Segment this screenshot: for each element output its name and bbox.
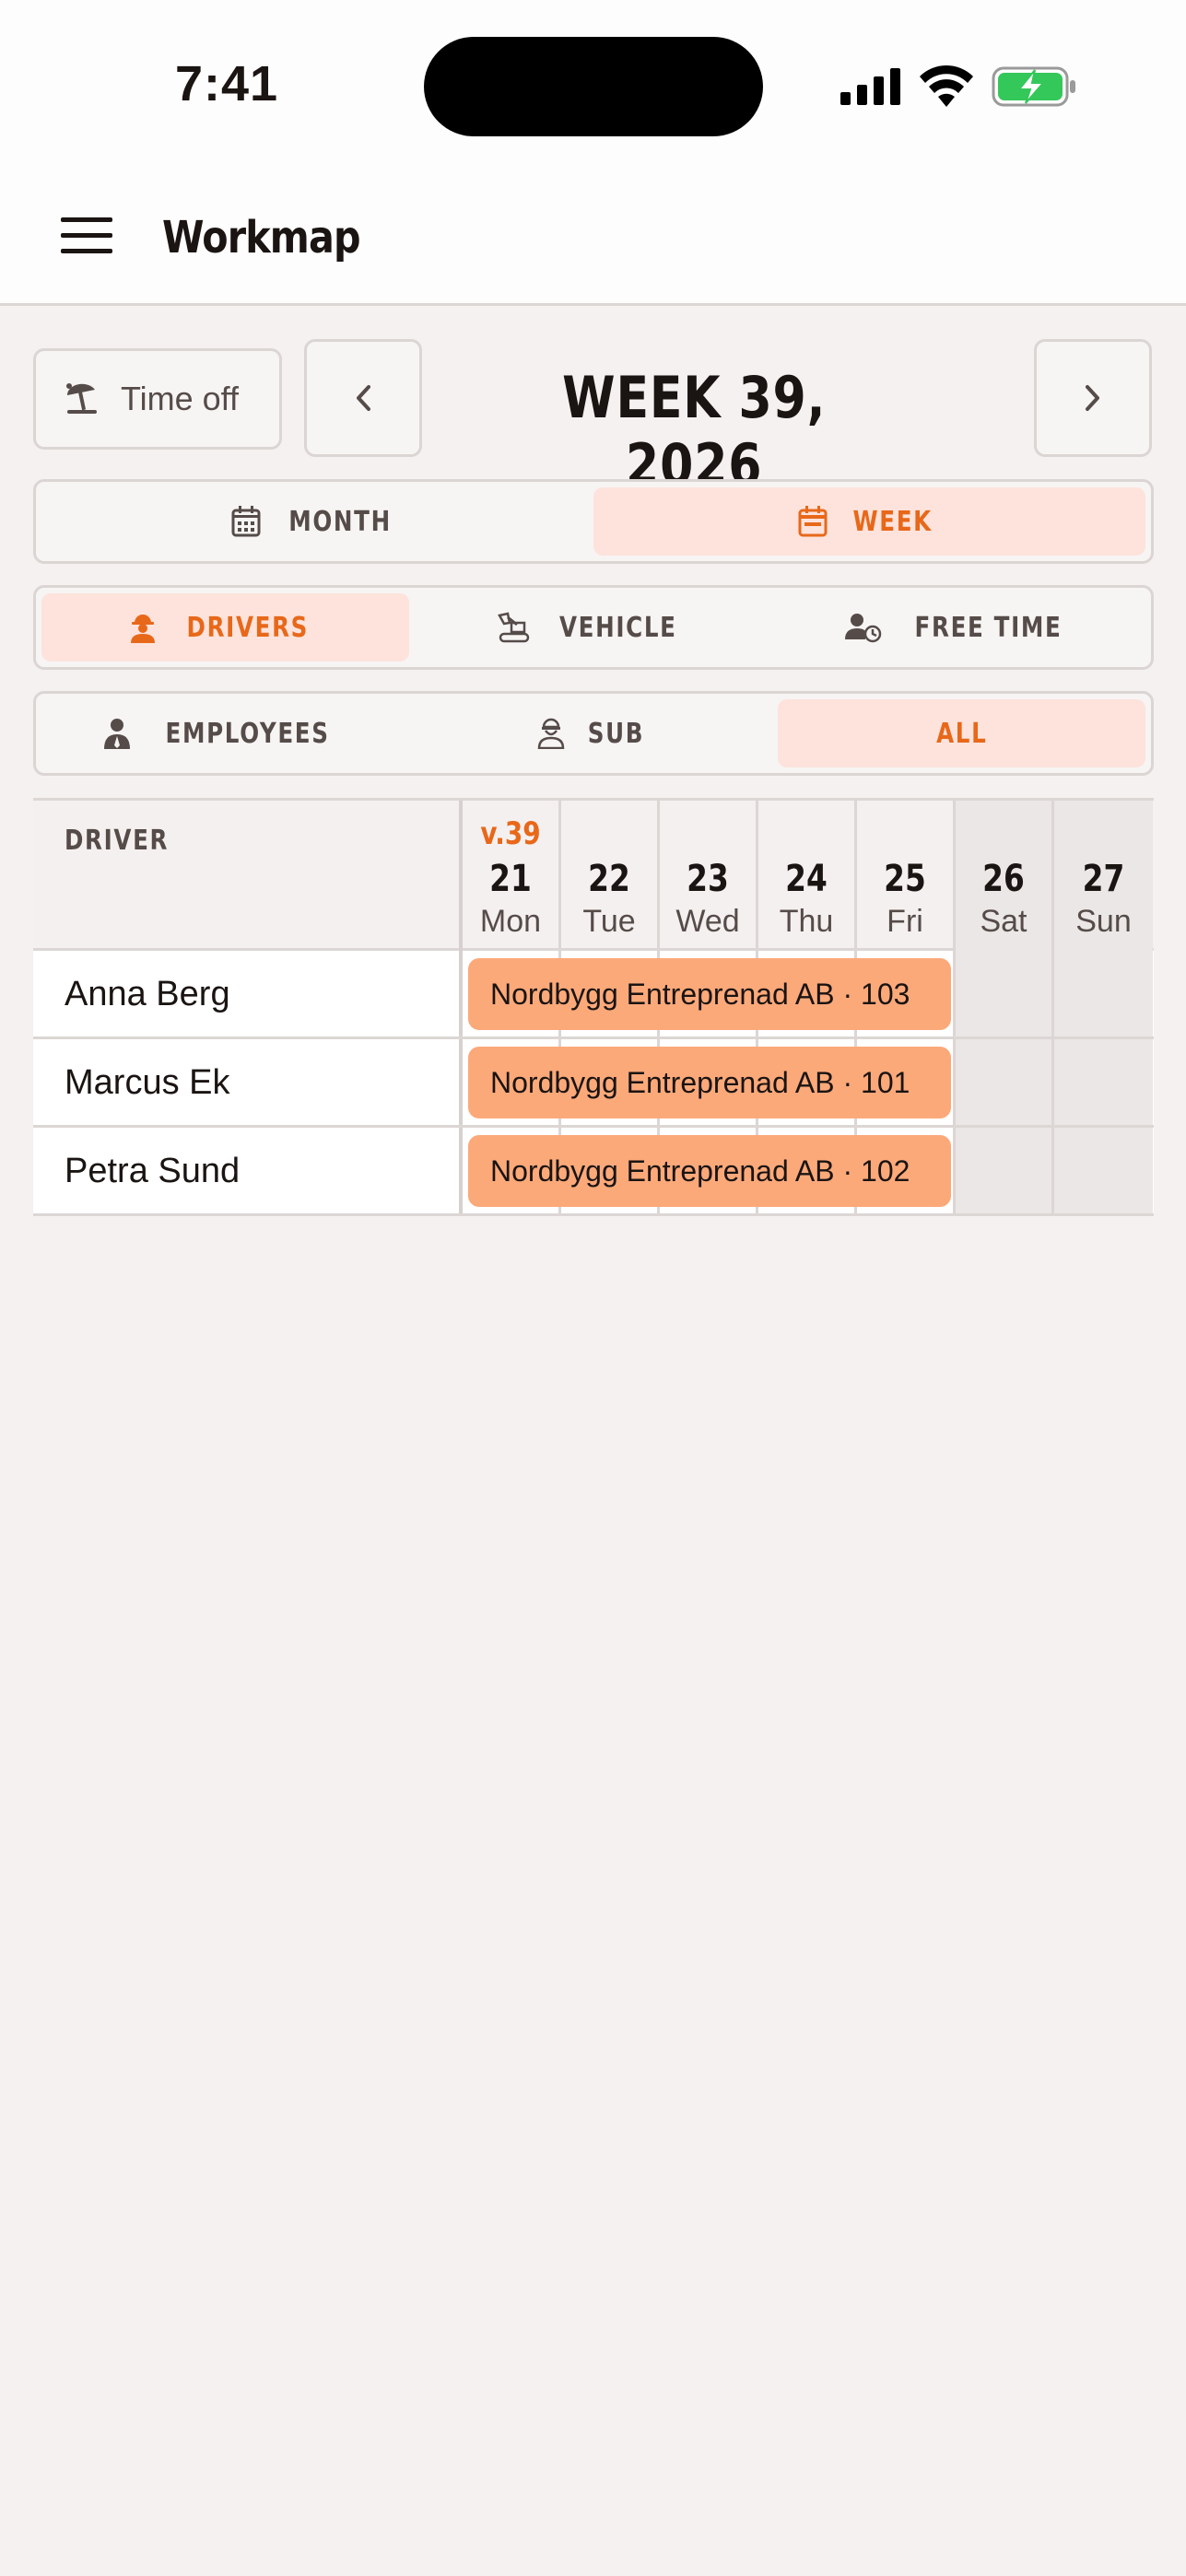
hamburger-menu-icon[interactable]: [61, 216, 112, 256]
previous-week-button[interactable]: [304, 339, 422, 457]
driver-name-cell[interactable]: Anna Berg: [33, 951, 463, 1036]
tab-all[interactable]: ALL: [777, 699, 1145, 767]
tab-sub[interactable]: SUB: [409, 699, 777, 767]
table-row: Petra Sund Nordbygg Entreprenad AB · 102: [33, 1128, 1154, 1216]
driver-column-header: DRIVER: [33, 801, 463, 951]
day-name: Tue: [582, 904, 636, 939]
view-toggle: MONTH WEEK: [33, 479, 1154, 564]
tab-drivers-label: DRIVERS: [186, 611, 309, 644]
day-number: 25: [884, 858, 926, 900]
worker-icon: [130, 615, 155, 643]
tab-vehicle-label: VEHICLE: [559, 611, 677, 644]
grid-header-row: DRIVER v.39 21 Mon 22 Tue 23 Wed 24 Thu …: [33, 798, 1154, 951]
driver-name: Anna Berg: [65, 975, 230, 1013]
status-time: 7:41: [175, 56, 279, 111]
booking-block[interactable]: Nordbygg Entreprenad AB · 101: [468, 1047, 951, 1118]
driver-name: Marcus Ek: [65, 1063, 230, 1102]
calendar-week-icon: [798, 506, 828, 537]
day-number: 21: [489, 858, 532, 900]
time-off-label: Time off: [121, 380, 240, 417]
status-bar: 7:41: [0, 0, 1186, 175]
driver-name-cell[interactable]: Marcus Ek: [33, 1039, 463, 1125]
person-clock-icon: [844, 614, 882, 643]
subcontractor-icon: [537, 718, 564, 749]
day-cell[interactable]: [956, 1039, 1054, 1125]
day-header-thu: 24 Thu: [758, 801, 857, 951]
day-header-mon: v.39 21 Mon: [463, 801, 561, 951]
day-name: Wed: [675, 904, 740, 939]
table-row: Marcus Ek Nordbygg Entreprenad AB · 101: [33, 1039, 1154, 1128]
day-number: 23: [687, 858, 729, 900]
day-header-tue: 22 Tue: [561, 801, 660, 951]
day-header-sun: 27 Sun: [1054, 801, 1153, 951]
tab-week[interactable]: WEEK: [593, 487, 1145, 556]
day-name: Thu: [779, 904, 834, 939]
day-cell[interactable]: [1054, 1039, 1153, 1125]
tab-month-label: MONTH: [288, 505, 393, 538]
next-week-button[interactable]: [1034, 339, 1152, 457]
tab-free-time-label: FREE TIME: [914, 611, 1063, 644]
table-row: Anna Berg Nordbygg Entreprenad AB · 103: [33, 951, 1154, 1039]
tab-free-time[interactable]: FREE TIME: [778, 593, 1145, 662]
day-number: 22: [588, 858, 630, 900]
booking-block[interactable]: Nordbygg Entreprenad AB · 103: [468, 958, 951, 1030]
day-number: 24: [785, 858, 828, 900]
day-name: Fri: [887, 904, 923, 939]
wifi-icon: [920, 64, 973, 107]
driver-header-label: DRIVER: [65, 825, 170, 857]
tab-employees[interactable]: EMPLOYEES: [41, 699, 409, 767]
day-cell[interactable]: [1054, 1128, 1153, 1213]
day-number: 27: [1082, 858, 1125, 900]
day-header-sat: 26 Sat: [956, 801, 1054, 951]
tab-employees-label: EMPLOYEES: [165, 717, 330, 750]
tab-sub-label: SUB: [587, 717, 644, 750]
day-name: Sat: [980, 904, 1027, 939]
resource-toggle: DRIVERS VEHICLE FREE TIME: [33, 585, 1154, 670]
day-cell[interactable]: [956, 951, 1054, 1036]
employee-icon: [104, 719, 131, 749]
dynamic-island: [424, 37, 763, 136]
signal-icon: [840, 68, 900, 105]
driver-name-cell[interactable]: Petra Sund: [33, 1128, 463, 1213]
day-cell[interactable]: [1054, 951, 1153, 1036]
battery-charging-icon: [992, 66, 1075, 107]
week-calendar-grid: DRIVER v.39 21 Mon 22 Tue 23 Wed 24 Thu …: [33, 798, 1154, 1216]
app-title: Workmap: [162, 212, 360, 263]
day-cell[interactable]: [956, 1128, 1054, 1213]
excavator-icon: [498, 612, 530, 643]
time-off-button[interactable]: Time off: [33, 348, 282, 450]
tab-drivers[interactable]: DRIVERS: [41, 593, 410, 662]
chevron-right-icon: [1086, 385, 1099, 411]
booking-block[interactable]: Nordbygg Entreprenad AB · 102: [468, 1135, 951, 1207]
day-name: Sun: [1075, 904, 1132, 939]
week-number-label: v.39: [480, 815, 541, 852]
tab-vehicle[interactable]: VEHICLE: [409, 593, 777, 662]
tab-all-label: ALL: [935, 717, 987, 750]
driver-name: Petra Sund: [65, 1152, 241, 1190]
app-header: Workmap: [0, 175, 1186, 306]
employee-filter-toggle: EMPLOYEES SUB ALL: [33, 691, 1154, 776]
chevron-left-icon: [357, 385, 370, 411]
day-header-fri: 25 Fri: [857, 801, 956, 951]
beach-umbrella-icon: [66, 383, 97, 414]
calendar-grid-icon: [231, 506, 261, 537]
tab-month[interactable]: MONTH: [41, 487, 593, 556]
tab-week-label: WEEK: [852, 505, 933, 538]
day-header-wed: 23 Wed: [660, 801, 758, 951]
day-name: Mon: [479, 904, 542, 939]
day-number: 26: [982, 858, 1025, 900]
